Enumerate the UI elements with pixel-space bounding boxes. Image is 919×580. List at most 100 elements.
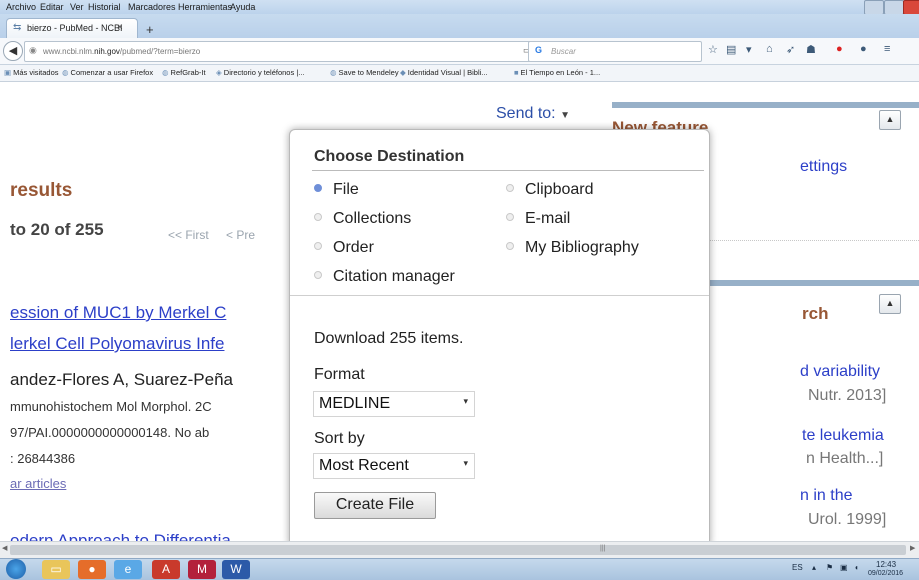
acrobat-icon[interactable]: A [152,560,180,579]
destination-collections-radio[interactable]: Collections [314,210,411,228]
weather-icon: ■ [514,68,519,77]
hamburger-menu-icon[interactable]: ≡ [884,43,890,55]
language-indicator[interactable]: ES [792,563,803,572]
destination-file-radio[interactable]: File [314,181,359,199]
search-engine-icon: G [535,45,543,55]
destination-order-radio[interactable]: Order [314,239,374,257]
radio-icon [506,241,514,250]
explorer-icon[interactable]: ▭ [42,560,70,579]
horizontal-scrollbar[interactable]: ◀ ||| ▶ [0,541,919,558]
related-search-meta: Urol. 1999] [808,511,887,528]
menu-historial[interactable]: Historial [88,2,121,12]
search-bar[interactable]: G Buscar [528,41,702,62]
scroll-left-icon[interactable]: ◀ [2,544,7,552]
word-icon[interactable]: W [222,560,250,579]
tab-title: bierzo - PubMed - NCBI [27,23,123,33]
adblock-icon[interactable]: ● [836,43,843,55]
addon-icon[interactable]: ☗ [806,43,816,56]
result-pmid: : 26844386 [10,451,76,466]
radio-selected-icon [314,183,322,192]
mendeley-icon[interactable]: M [188,560,216,579]
result-title-link[interactable]: ession of MUC1 by Merkel C [10,303,226,323]
navigation-bar: ◀ ◉ www.ncbi.nlm.nih.gov/pubmed/?term=bi… [0,38,919,65]
internet-explorer-icon[interactable]: e [114,560,142,579]
sort-value: Most Recent [319,457,409,474]
related-search-link[interactable]: te leukemia [802,427,884,445]
back-button[interactable]: ◀ [3,41,23,61]
right-column-bar [612,102,919,108]
download-count-text: Download 255 items. [314,330,464,347]
send-to-menu[interactable]: Send to: ▼ [496,105,570,123]
ncbi-favicon-icon: ⇆ [13,22,22,33]
bookmark-item[interactable]: ◈ Directorio y teléfonos |... [216,68,305,77]
send-icon[interactable]: ➶ [786,43,795,56]
new-tab-button[interactable]: + [146,22,154,37]
start-button[interactable] [6,559,26,579]
related-search-link[interactable]: d variability [800,363,880,381]
close-tab-icon[interactable]: × [117,22,123,33]
close-window-button[interactable] [903,0,919,15]
result-title-link[interactable]: lerkel Cell Polyomavirus Infe [10,334,224,354]
minimize-button[interactable] [864,0,884,15]
destination-email-radio[interactable]: E-mail [506,210,570,228]
format-label: Format [314,366,365,383]
menu-editar[interactable]: Editar [40,2,64,12]
network-icon[interactable]: ▣ [840,563,848,572]
globe-icon: ◍ [330,68,337,77]
bookmark-item[interactable]: ■ El Tiempo en León - 1... [514,68,600,77]
firefox-icon[interactable]: ● [78,560,106,579]
menu-ver[interactable]: Ver [70,2,84,12]
chat-icon[interactable]: ● [860,43,867,55]
sort-label: Sort by [314,430,365,447]
related-search-link[interactable]: n in the [800,487,852,505]
tab-strip: ⇆ bierzo - PubMed - NCBI × + [0,14,919,39]
settings-link[interactable]: ettings [800,158,847,176]
menu-ayuda[interactable]: Ayuda [230,2,255,12]
popup-divider [290,295,709,296]
scrollbar-grip-icon: ||| [600,545,606,552]
radio-icon [506,212,514,221]
clock-time[interactable]: 12:43 [876,560,896,569]
back-arrow-icon: ◀ [8,45,18,57]
bookmark-item[interactable]: ▣ Más visitados [4,68,59,77]
pager: << First < Pre [168,228,269,242]
menu-herramientas[interactable]: Herramientas [178,2,232,12]
bookmark-item[interactable]: ◍ Comenzar a usar Firefox [62,68,153,77]
tray-up-icon[interactable]: ▴ [812,563,816,572]
menu-archivo[interactable]: Archivo [6,2,36,12]
menu-marcadores[interactable]: Marcadores [128,2,176,12]
pager-first[interactable]: << First [168,228,209,242]
pager-prev[interactable]: < Pre [226,228,255,242]
scrollbar-thumb[interactable] [10,545,906,555]
star-icon[interactable]: ☆ [708,43,718,56]
scroll-right-icon[interactable]: ▶ [910,544,915,552]
bookmark-item[interactable]: ◍ RefGrab-It [162,68,206,77]
home-icon[interactable]: ⌂ [766,43,773,55]
bookmarks-menu-icon[interactable]: ▤ [726,43,736,56]
refgrab-icon: ◈ [216,68,222,77]
collapse-search-button[interactable]: ▲ [879,294,901,314]
result-authors: andez-Flores A, Suarez-Peña [10,370,234,389]
select-caret-icon: ▾ [463,396,468,406]
destination-clipboard-radio[interactable]: Clipboard [506,181,593,199]
bookmark-folder-icon: ▣ [4,68,12,77]
pocket-icon[interactable]: ▾ [746,43,752,56]
radio-icon [314,270,322,279]
similar-articles-link[interactable]: ar articles [10,476,66,491]
destination-citation-manager-radio[interactable]: Citation manager [314,268,455,286]
maximize-button[interactable] [884,0,904,15]
clock-date[interactable]: 09/02/2016 [868,570,903,577]
tab-pubmed[interactable]: ⇆ bierzo - PubMed - NCBI × [6,18,138,39]
url-bar[interactable]: ◉ www.ncbi.nlm.nih.gov/pubmed/?term=bier… [24,41,576,62]
volume-icon[interactable]: ◖ [854,563,859,572]
format-select[interactable]: MEDLINE ▾ [313,391,475,417]
triangle-up-icon: ▲ [885,114,895,124]
sort-select[interactable]: Most Recent ▾ [313,453,475,479]
flag-icon[interactable]: ⚑ [826,563,833,572]
create-file-button[interactable]: Create File [314,492,436,519]
bookmark-item[interactable]: ◍ Save to Mendeley [330,68,399,77]
destination-my-bibliography-radio[interactable]: My Bibliography [506,239,639,257]
result-citation: mmunohistochem Mol Morphol. 2C [10,399,212,414]
bookmark-item[interactable]: ◆ Identidad Visual | Bibli... [400,68,488,77]
collapse-new-feature-button[interactable]: ▲ [879,110,901,130]
